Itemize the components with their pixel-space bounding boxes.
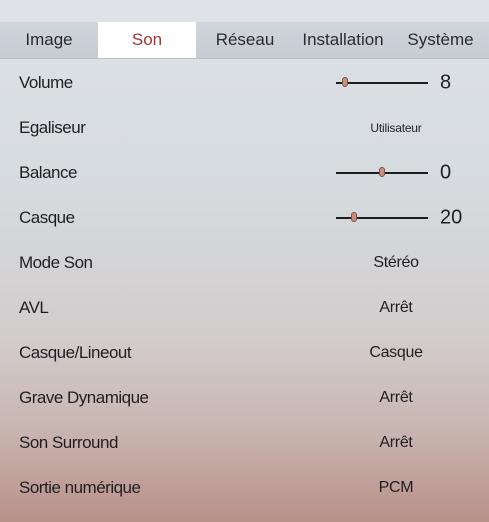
setting-value: Stéréo <box>373 253 419 271</box>
setting-row-mode-son[interactable]: Mode Son Stéréo <box>0 240 489 285</box>
setting-row-avl[interactable]: AVL Arrêt <box>0 285 489 330</box>
setting-label: Casque/Lineout <box>19 342 132 362</box>
tab-systeme[interactable]: Système <box>392 22 489 58</box>
tab-reseau[interactable]: Réseau <box>196 22 294 58</box>
setting-value: Arrêt <box>379 298 413 316</box>
tab-bar: Image Son Réseau Installation Système <box>0 22 489 59</box>
tab-image[interactable]: Image <box>0 22 98 58</box>
setting-row-volume[interactable]: Volume 8 <box>0 60 489 105</box>
settings-list: Volume 8 Egaliseur Utilisateur Balance 0… <box>0 60 489 510</box>
setting-row-egaliseur[interactable]: Egaliseur Utilisateur <box>0 105 489 150</box>
slider-thumb[interactable] <box>342 76 349 87</box>
setting-row-casque-lineout[interactable]: Casque/Lineout Casque <box>0 330 489 375</box>
setting-row-casque[interactable]: Casque 20 <box>0 195 489 240</box>
setting-label: Casque <box>19 207 75 227</box>
top-strip <box>0 0 489 22</box>
setting-value: Casque <box>369 343 423 361</box>
slider-thumb[interactable] <box>379 166 385 177</box>
tab-installation[interactable]: Installation <box>294 22 392 58</box>
setting-label: Mode Son <box>19 252 93 272</box>
setting-label: AVL <box>19 297 49 317</box>
setting-label: Grave Dynamique <box>19 387 149 407</box>
setting-row-balance[interactable]: Balance 0 <box>0 150 489 195</box>
slider-track <box>336 81 428 84</box>
volume-slider[interactable] <box>336 76 428 90</box>
setting-row-son-surround[interactable]: Son Surround Arrêt <box>0 420 489 465</box>
slider-value: 20 <box>440 206 463 228</box>
setting-label: Volume <box>19 72 73 92</box>
slider-value: 8 <box>440 71 452 93</box>
setting-value: Arrêt <box>379 388 413 406</box>
setting-row-sortie-numerique[interactable]: Sortie numérique PCM <box>0 465 489 510</box>
setting-label: Sortie numérique <box>19 477 141 497</box>
slider-thumb[interactable] <box>351 211 358 222</box>
slider-track <box>336 216 428 219</box>
setting-value: PCM <box>378 478 414 496</box>
balance-slider[interactable] <box>336 166 428 180</box>
setting-value: Utilisateur <box>370 120 422 135</box>
setting-label: Son Surround <box>19 432 118 452</box>
tab-son[interactable]: Son <box>98 22 196 58</box>
setting-row-grave-dynamique[interactable]: Grave Dynamique Arrêt <box>0 375 489 420</box>
setting-value: Arrêt <box>379 433 413 451</box>
slider-value: 0 <box>440 161 452 183</box>
casque-slider[interactable] <box>336 211 428 225</box>
setting-label: Egaliseur <box>19 117 86 137</box>
setting-label: Balance <box>19 162 77 182</box>
